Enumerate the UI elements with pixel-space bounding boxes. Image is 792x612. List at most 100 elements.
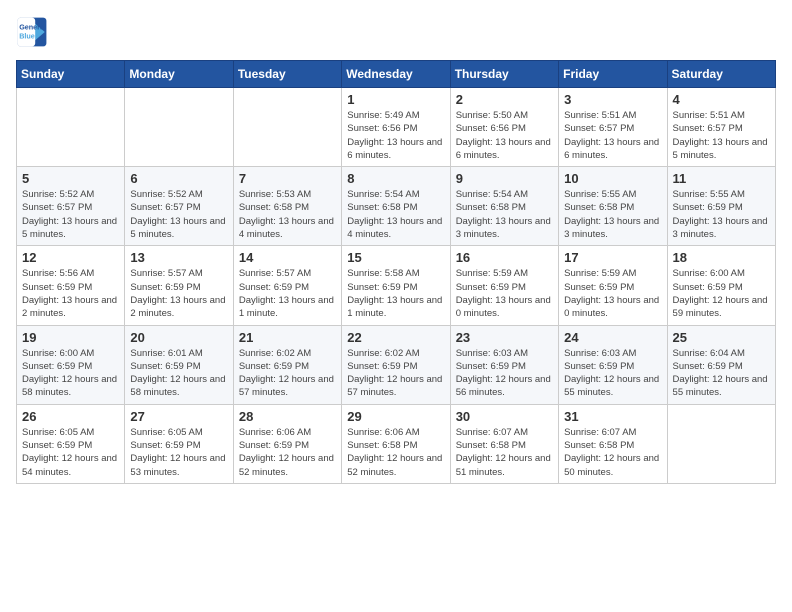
weekday-header-wednesday: Wednesday — [342, 61, 450, 88]
day-info: Sunrise: 6:04 AM Sunset: 6:59 PM Dayligh… — [673, 347, 770, 400]
day-info: Sunrise: 6:02 AM Sunset: 6:59 PM Dayligh… — [239, 347, 336, 400]
day-info: Sunrise: 5:58 AM Sunset: 6:59 PM Dayligh… — [347, 267, 444, 320]
day-info: Sunrise: 6:00 AM Sunset: 6:59 PM Dayligh… — [673, 267, 770, 320]
day-info: Sunrise: 6:06 AM Sunset: 6:59 PM Dayligh… — [239, 426, 336, 479]
calendar-cell — [125, 88, 233, 167]
day-info: Sunrise: 5:49 AM Sunset: 6:56 PM Dayligh… — [347, 109, 444, 162]
day-number: 28 — [239, 409, 336, 424]
calendar-table: SundayMondayTuesdayWednesdayThursdayFrid… — [16, 60, 776, 484]
day-info: Sunrise: 5:59 AM Sunset: 6:59 PM Dayligh… — [456, 267, 553, 320]
day-number: 27 — [130, 409, 227, 424]
calendar-cell: 8 Sunrise: 5:54 AM Sunset: 6:58 PM Daylig… — [342, 167, 450, 246]
day-info: Sunrise: 5:50 AM Sunset: 6:56 PM Dayligh… — [456, 109, 553, 162]
day-number: 2 — [456, 92, 553, 107]
day-number: 8 — [347, 171, 444, 186]
calendar-cell: 25 Sunrise: 6:04 AM Sunset: 6:59 PM Dayli… — [667, 325, 775, 404]
day-number: 22 — [347, 330, 444, 345]
page-header: General Blue — [16, 16, 776, 48]
calendar-cell: 26 Sunrise: 6:05 AM Sunset: 6:59 PM Dayli… — [17, 404, 125, 483]
day-number: 31 — [564, 409, 661, 424]
day-number: 15 — [347, 250, 444, 265]
day-number: 24 — [564, 330, 661, 345]
day-info: Sunrise: 5:51 AM Sunset: 6:57 PM Dayligh… — [673, 109, 770, 162]
day-info: Sunrise: 6:05 AM Sunset: 6:59 PM Dayligh… — [130, 426, 227, 479]
week-row-3: 12Sunrise: 5:56 AM Sunset: 6:59 PM Dayli… — [17, 246, 776, 325]
calendar-cell — [233, 88, 341, 167]
weekday-header-row: SundayMondayTuesdayWednesdayThursdayFrid… — [17, 61, 776, 88]
day-info: Sunrise: 6:05 AM Sunset: 6:59 PM Dayligh… — [22, 426, 119, 479]
calendar-cell: 28 Sunrise: 6:06 AM Sunset: 6:59 PM Dayli… — [233, 404, 341, 483]
day-number: 14 — [239, 250, 336, 265]
week-row-2: 5 Sunrise: 5:52 AM Sunset: 6:57 PM Daylig… — [17, 167, 776, 246]
day-info: Sunrise: 5:52 AM Sunset: 6:57 PM Dayligh… — [130, 188, 227, 241]
calendar-cell: 18 Sunrise: 6:00 AM Sunset: 6:59 PM Dayli… — [667, 246, 775, 325]
calendar-cell: 31 Sunrise: 6:07 AM Sunset: 6:58 PM Dayli… — [559, 404, 667, 483]
day-number: 19 — [22, 330, 119, 345]
calendar-cell: 13 Sunrise: 5:57 AM Sunset: 6:59 PM Dayli… — [125, 246, 233, 325]
day-number: 5 — [22, 171, 119, 186]
weekday-header-sunday: Sunday — [17, 61, 125, 88]
calendar-cell: 30 Sunrise: 6:07 AM Sunset: 6:58 PM Dayli… — [450, 404, 558, 483]
day-number: 1 — [347, 92, 444, 107]
calendar-cell: 29 Sunrise: 6:06 AM Sunset: 6:58 PM Dayli… — [342, 404, 450, 483]
day-info: Sunrise: 5:54 AM Sunset: 6:58 PM Dayligh… — [347, 188, 444, 241]
week-row-5: 26 Sunrise: 6:05 AM Sunset: 6:59 PM Dayli… — [17, 404, 776, 483]
logo: General Blue — [16, 16, 48, 48]
day-number: 20 — [130, 330, 227, 345]
day-info: Sunrise: 5:51 AM Sunset: 6:57 PM Dayligh… — [564, 109, 661, 162]
calendar-cell: 20 Sunrise: 6:01 AM Sunset: 6:59 PM Dayli… — [125, 325, 233, 404]
day-info: Sunrise: 5:54 AM Sunset: 6:58 PM Dayligh… — [456, 188, 553, 241]
day-number: 6 — [130, 171, 227, 186]
calendar-cell: 2 Sunrise: 5:50 AM Sunset: 6:56 PM Daylig… — [450, 88, 558, 167]
calendar-cell — [17, 88, 125, 167]
day-number: 4 — [673, 92, 770, 107]
day-number: 10 — [564, 171, 661, 186]
calendar-cell: 6 Sunrise: 5:52 AM Sunset: 6:57 PM Daylig… — [125, 167, 233, 246]
calendar-cell: 12Sunrise: 5:56 AM Sunset: 6:59 PM Dayli… — [17, 246, 125, 325]
calendar-cell: 9Sunrise: 5:54 AM Sunset: 6:58 PM Daylig… — [450, 167, 558, 246]
day-info: Sunrise: 5:59 AM Sunset: 6:59 PM Dayligh… — [564, 267, 661, 320]
day-info: Sunrise: 6:06 AM Sunset: 6:58 PM Dayligh… — [347, 426, 444, 479]
day-info: Sunrise: 5:55 AM Sunset: 6:59 PM Dayligh… — [673, 188, 770, 241]
day-info: Sunrise: 6:03 AM Sunset: 6:59 PM Dayligh… — [564, 347, 661, 400]
calendar-cell: 19Sunrise: 6:00 AM Sunset: 6:59 PM Dayli… — [17, 325, 125, 404]
calendar-cell: 17 Sunrise: 5:59 AM Sunset: 6:59 PM Dayli… — [559, 246, 667, 325]
weekday-header-saturday: Saturday — [667, 61, 775, 88]
calendar-cell: 10 Sunrise: 5:55 AM Sunset: 6:58 PM Dayli… — [559, 167, 667, 246]
day-number: 29 — [347, 409, 444, 424]
day-info: Sunrise: 5:55 AM Sunset: 6:58 PM Dayligh… — [564, 188, 661, 241]
weekday-header-monday: Monday — [125, 61, 233, 88]
day-number: 18 — [673, 250, 770, 265]
day-number: 16 — [456, 250, 553, 265]
calendar-cell: 1 Sunrise: 5:49 AM Sunset: 6:56 PM Daylig… — [342, 88, 450, 167]
day-number: 3 — [564, 92, 661, 107]
calendar-cell: 11Sunrise: 5:55 AM Sunset: 6:59 PM Dayli… — [667, 167, 775, 246]
day-number: 30 — [456, 409, 553, 424]
day-number: 25 — [673, 330, 770, 345]
day-number: 21 — [239, 330, 336, 345]
day-info: Sunrise: 6:07 AM Sunset: 6:58 PM Dayligh… — [456, 426, 553, 479]
day-info: Sunrise: 5:53 AM Sunset: 6:58 PM Dayligh… — [239, 188, 336, 241]
calendar-cell — [667, 404, 775, 483]
day-info: Sunrise: 5:57 AM Sunset: 6:59 PM Dayligh… — [239, 267, 336, 320]
day-info: Sunrise: 5:57 AM Sunset: 6:59 PM Dayligh… — [130, 267, 227, 320]
day-info: Sunrise: 6:02 AM Sunset: 6:59 PM Dayligh… — [347, 347, 444, 400]
day-number: 12 — [22, 250, 119, 265]
weekday-header-friday: Friday — [559, 61, 667, 88]
day-number: 13 — [130, 250, 227, 265]
logo-icon: General Blue — [16, 16, 48, 48]
day-number: 26 — [22, 409, 119, 424]
day-info: Sunrise: 6:01 AM Sunset: 6:59 PM Dayligh… — [130, 347, 227, 400]
day-info: Sunrise: 6:07 AM Sunset: 6:58 PM Dayligh… — [564, 426, 661, 479]
calendar-cell: 15 Sunrise: 5:58 AM Sunset: 6:59 PM Dayli… — [342, 246, 450, 325]
calendar-cell: 23Sunrise: 6:03 AM Sunset: 6:59 PM Dayli… — [450, 325, 558, 404]
day-number: 23 — [456, 330, 553, 345]
svg-text:General: General — [19, 23, 46, 32]
calendar-cell: 16 Sunrise: 5:59 AM Sunset: 6:59 PM Dayli… — [450, 246, 558, 325]
week-row-1: 1 Sunrise: 5:49 AM Sunset: 6:56 PM Daylig… — [17, 88, 776, 167]
day-info: Sunrise: 5:52 AM Sunset: 6:57 PM Dayligh… — [22, 188, 119, 241]
calendar-cell: 3 Sunrise: 5:51 AM Sunset: 6:57 PM Daylig… — [559, 88, 667, 167]
day-number: 17 — [564, 250, 661, 265]
day-number: 7 — [239, 171, 336, 186]
calendar-cell: 24 Sunrise: 6:03 AM Sunset: 6:59 PM Dayli… — [559, 325, 667, 404]
